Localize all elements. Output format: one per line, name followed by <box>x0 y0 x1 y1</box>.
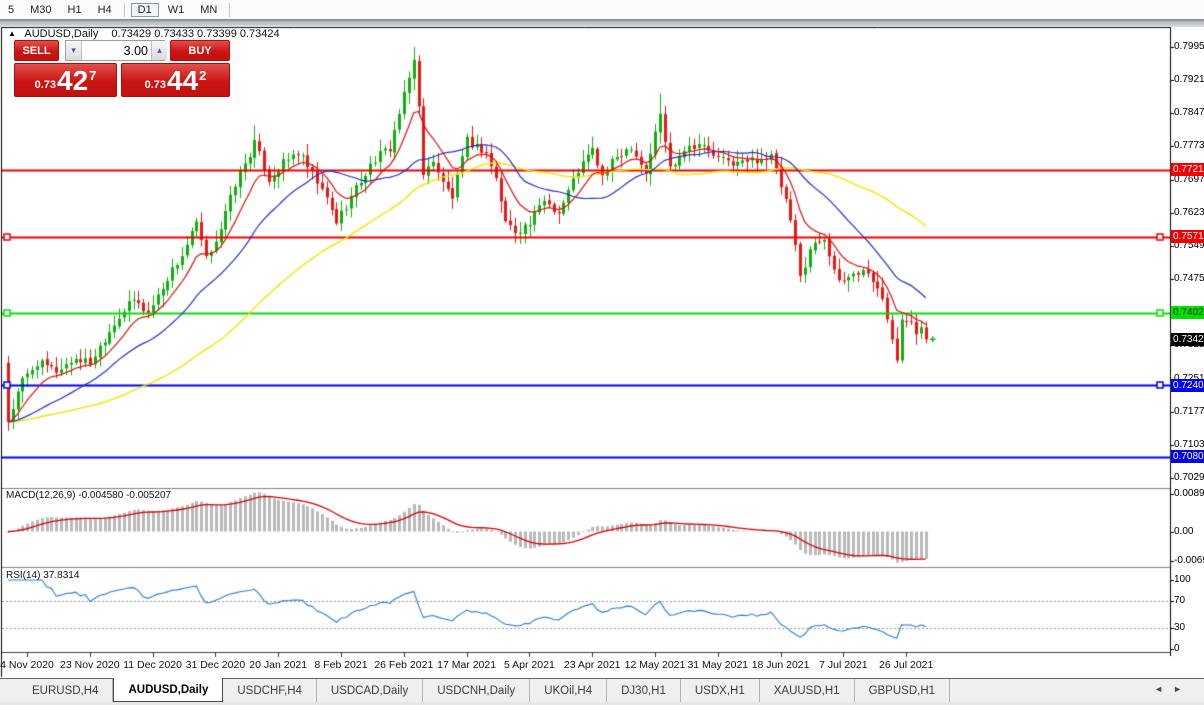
macd-axis-tick: 0.00890 <box>1174 487 1204 499</box>
sell-price-main: 42 <box>57 65 89 96</box>
chart-canvas[interactable] <box>0 0 1204 705</box>
rsi-value: 37.8314 <box>43 570 80 581</box>
macd-axis-tick: 0.00 <box>1174 525 1194 537</box>
price-axis-tick: 0.77730 <box>1174 140 1204 152</box>
hline-price-label: 0.75712 <box>1171 230 1204 244</box>
price-axis-tick: 0.71030 <box>1174 438 1204 450</box>
chart-ohlc-values: 0.73429 0.73433 0.73399 0.73424 <box>111 28 280 40</box>
volume-group: ▾ ▴ <box>65 40 167 61</box>
hline-price-label: 0.77212 <box>1171 163 1204 177</box>
price-axis-tick: 0.71770 <box>1174 405 1204 417</box>
date-axis-label: 31 Dec 2020 <box>185 659 246 671</box>
rsi-name: RSI(14) <box>6 570 41 581</box>
volume-input[interactable] <box>82 41 151 60</box>
macd-axis-tick: -0.00697 <box>1174 554 1204 566</box>
buy-price-pip: 2 <box>199 68 207 83</box>
date-axis-label: 17 Mar 2021 <box>437 659 497 671</box>
rsi-indicator-label: RSI(14) 37.8314 <box>6 570 79 581</box>
price-axis-tick: 0.79950 <box>1174 41 1204 52</box>
buy-price-box[interactable]: 0.73 44 2 <box>121 63 230 97</box>
one-click-trading-panel: SELL ▾ ▴ BUY 0.73427 0.73442 <box>14 40 230 97</box>
tab-usdx-h1[interactable]: USDX,H1 <box>681 679 760 702</box>
date-axis-label: 26 Feb 2021 <box>374 659 434 671</box>
toolbar-separator <box>229 2 232 17</box>
volume-increase-button[interactable]: ▴ <box>151 41 167 60</box>
rsi-axis-tick: 0 <box>1174 642 1180 654</box>
macd-name: MACD(12,26,9) <box>6 490 76 501</box>
macd-indicator-label: MACD(12,26,9) -0.004580 -0.005207 <box>6 490 171 501</box>
rsi-axis-tick: 30 <box>1174 621 1186 633</box>
tab-scroll-arrows[interactable]: ◄► <box>1154 684 1192 694</box>
sell-price-box[interactable]: 0.73 42 7 <box>14 63 117 97</box>
tab-scroll-right-icon[interactable]: ► <box>1173 684 1192 694</box>
trading-platform-window: 5 M30 H1 H4 D1 W1 MN ▲ AUDUSD,Daily 0.73429 0.… <box>0 0 1204 705</box>
tab-eurusd-h4[interactable]: EURUSD,H4 <box>18 679 114 702</box>
hline-price-label: 0.70807 <box>1171 450 1204 464</box>
tab-usdchf-h4[interactable]: USDCHF,H4 <box>223 679 317 702</box>
date-axis-label: 18 Jun 2021 <box>751 659 810 671</box>
sell-price-prefix: 0.73 <box>34 79 57 91</box>
tab-xauusd-h1[interactable]: XAUUSD,H1 <box>760 679 855 702</box>
sell-price-pip: 7 <box>89 68 97 83</box>
window-divider <box>0 19 1204 27</box>
tab-usdcnh-daily[interactable]: USDCNH,Daily <box>423 679 531 702</box>
tab-ukoil-h4[interactable]: UKOil,H4 <box>530 679 608 702</box>
sell-button[interactable]: SELL <box>14 40 59 61</box>
price-axis-tick: 0.79210 <box>1174 74 1204 86</box>
timeframe-button-d1[interactable]: D1 <box>130 2 159 17</box>
hline-price-label: 0.74022 <box>1171 306 1204 320</box>
buy-price-main: 44 <box>167 65 199 96</box>
symbol-tab-bar: EURUSD,H4 AUDUSD,Daily USDCHF,H4 USDCAD,Dai… <box>0 678 1204 702</box>
buy-price-prefix: 0.73 <box>144 79 167 91</box>
timeframe-toolbar: 5 M30 H1 H4 D1 W1 MN <box>0 0 1204 20</box>
rsi-axis-tick: 70 <box>1174 594 1186 606</box>
tab-audusd-daily[interactable]: AUDUSD,Daily <box>113 678 224 702</box>
tab-scroll-left-icon[interactable]: ◄ <box>1154 684 1173 694</box>
chart-title: ▲ AUDUSD,Daily 0.73429 0.73433 0.73399 0… <box>8 28 280 40</box>
tab-gbpusd-h1[interactable]: GBPUSD,H1 <box>855 679 951 702</box>
price-axis-tick: 0.74750 <box>1174 273 1204 285</box>
date-axis-label: 4 Nov 2020 <box>0 659 54 671</box>
date-axis-label: 31 May 2021 <box>687 659 749 671</box>
current-price-label: 0.73424 <box>1171 332 1204 346</box>
date-axis-label: 23 Apr 2021 <box>563 659 621 671</box>
collapse-panel-icon[interactable]: ▲ <box>8 29 16 38</box>
timeframe-button-w1[interactable]: W1 <box>161 3 192 17</box>
buy-button[interactable]: BUY <box>170 40 230 61</box>
hline-price-label: 0.72402 <box>1171 378 1204 392</box>
toolbar-separator <box>123 2 126 17</box>
chart-symbol-period: AUDUSD,Daily <box>24 28 99 40</box>
timeframe-button-5[interactable]: 5 <box>1 3 21 17</box>
date-axis-label: 12 May 2021 <box>624 659 686 671</box>
tab-dj30-h1[interactable]: DJ30,H1 <box>607 679 681 702</box>
tabbar-spacer <box>0 679 18 702</box>
date-axis-label: 23 Nov 2020 <box>60 659 120 671</box>
timeframe-button-mn[interactable]: MN <box>193 3 224 17</box>
date-axis-label: 8 Feb 2021 <box>314 659 368 671</box>
date-axis-label: 5 Apr 2021 <box>503 659 555 671</box>
price-axis-tick: 0.70290 <box>1174 471 1204 483</box>
price-axis-tick: 0.78470 <box>1174 107 1204 119</box>
timeframe-button-h1[interactable]: H1 <box>61 3 89 17</box>
timeframe-button-m30[interactable]: M30 <box>23 3 58 17</box>
date-axis-label: 11 Dec 2020 <box>123 659 182 671</box>
date-axis-label: 26 Jul 2021 <box>879 659 934 671</box>
tab-usdcad-daily[interactable]: USDCAD,Daily <box>317 679 424 702</box>
date-axis-label: 20 Jan 2021 <box>249 659 308 671</box>
date-axis-label: 7 Jul 2021 <box>819 659 868 671</box>
price-axis-tick: 0.76230 <box>1174 206 1204 218</box>
timeframe-button-h4[interactable]: H4 <box>91 3 119 17</box>
macd-values: -0.004580 -0.005207 <box>78 490 172 501</box>
rsi-axis-tick: 100 <box>1174 574 1191 585</box>
volume-decrease-button[interactable]: ▾ <box>66 41 82 60</box>
